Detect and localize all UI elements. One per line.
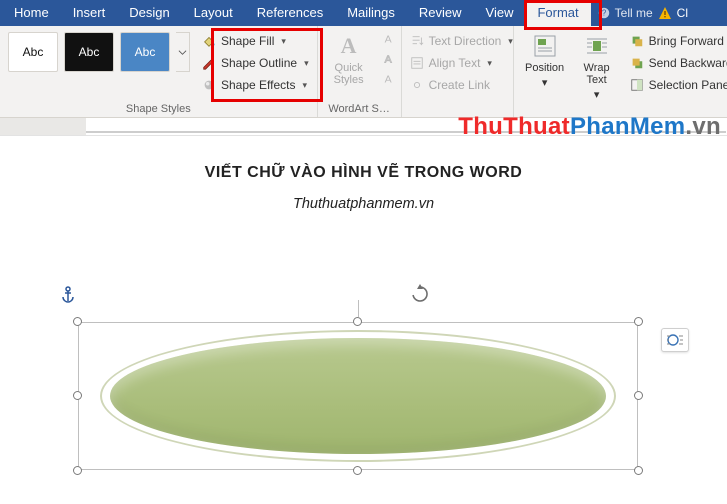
resize-handle-r[interactable]: [634, 391, 643, 400]
align-text-label: Align Text: [429, 56, 481, 70]
dropdown-caret-icon: ▾: [303, 80, 308, 91]
svg-text:A: A: [384, 74, 391, 86]
position-button[interactable]: Position▾: [522, 32, 568, 89]
horizontal-ruler[interactable]: [0, 118, 727, 136]
tab-home[interactable]: Home: [2, 0, 61, 26]
resize-handle-l[interactable]: [73, 391, 82, 400]
bring-forward-button[interactable]: Bring Forward: [630, 32, 727, 50]
truncated-text: Cl: [677, 6, 688, 20]
send-backward-icon: [630, 56, 644, 70]
tab-references[interactable]: References: [245, 0, 335, 26]
tell-me-label: Tell me: [615, 6, 653, 20]
shape-style-preset-1[interactable]: Abc: [8, 32, 58, 72]
ribbon-tabbar: Home Insert Design Layout References Mai…: [0, 0, 727, 26]
tab-mailings[interactable]: Mailings: [335, 0, 407, 26]
rotate-connector: [358, 300, 359, 317]
tab-design[interactable]: Design: [117, 0, 181, 26]
create-link-label: Create Link: [429, 78, 490, 92]
anchor-icon[interactable]: [60, 286, 76, 304]
resize-handle-b[interactable]: [353, 466, 362, 475]
document-canvas[interactable]: VIẾT CHỮ VÀO HÌNH VẼ TRONG WORD Thuthuat…: [0, 136, 727, 504]
text-direction-label: Text Direction: [429, 34, 502, 48]
bring-forward-icon: [630, 34, 644, 48]
bucket-icon: [202, 34, 216, 48]
shape-outline-button[interactable]: Shape Outline ▾: [202, 54, 309, 72]
shape-effects-button[interactable]: Shape Effects ▾: [202, 76, 309, 94]
selection-pane-icon: [630, 78, 644, 92]
text-direction-icon: [410, 34, 424, 48]
wrap-text-button[interactable]: Wrap Text▾: [574, 32, 620, 101]
group-title-shape-styles: Shape Styles: [8, 101, 309, 115]
warning-icon: [657, 5, 673, 21]
tab-layout[interactable]: Layout: [182, 0, 245, 26]
quick-styles-button: A Quick Styles: [326, 32, 372, 86]
ribbon: Abc Abc Abc Shape Fill ▾ Shape Outline ▾: [0, 26, 727, 118]
layout-options-icon: [666, 333, 684, 347]
shape-selection[interactable]: [78, 322, 638, 470]
pen-icon: [202, 56, 216, 70]
resize-handle-bl[interactable]: [73, 466, 82, 475]
position-icon: [531, 32, 559, 60]
tab-insert[interactable]: Insert: [61, 0, 118, 26]
wrap-text-label: Wrap Text: [574, 62, 620, 86]
document-subtitle: Thuthuatphanmem.vn: [0, 196, 727, 212]
text-effects-icon: A: [382, 72, 396, 86]
group-shape-styles: Abc Abc Abc Shape Fill ▾ Shape Outline ▾: [0, 26, 318, 117]
shape-style-gallery[interactable]: Abc Abc Abc: [8, 32, 190, 72]
svg-text:A: A: [384, 34, 391, 46]
position-label: Position: [525, 62, 564, 74]
selection-pane-label: Selection Pane: [649, 78, 727, 92]
group-text: Text Direction▾ Align Text▾ Create Link: [402, 26, 514, 117]
lightbulb-icon: ?: [597, 6, 611, 20]
align-text-icon: [410, 56, 424, 70]
group-wordart-styles: A Quick Styles A A A WordArt S…: [318, 26, 402, 117]
wrap-text-icon: [583, 32, 611, 60]
selection-pane-button[interactable]: Selection Pane: [630, 76, 727, 94]
send-backward-button[interactable]: Send Backward: [630, 54, 727, 72]
tab-format[interactable]: Format: [525, 0, 590, 26]
resize-handle-t[interactable]: [353, 317, 362, 326]
bring-forward-label: Bring Forward: [649, 34, 724, 48]
tab-review[interactable]: Review: [407, 0, 474, 26]
resize-handle-br[interactable]: [634, 466, 643, 475]
shape-outline-label: Shape Outline: [221, 56, 297, 70]
create-link-button: Create Link: [410, 76, 505, 94]
wordart-a-icon: A: [335, 32, 363, 60]
tell-me-search[interactable]: ? Tell me: [597, 6, 653, 20]
document-title: VIẾT CHỮ VÀO HÌNH VẼ TRONG WORD: [0, 164, 727, 182]
send-backward-label: Send Backward: [649, 56, 727, 70]
tab-view[interactable]: View: [474, 0, 526, 26]
resize-handle-tl[interactable]: [73, 317, 82, 326]
text-fill-icon: A: [382, 32, 396, 46]
group-arrange: Position▾ Wrap Text▾ Bring Forward Send …: [514, 26, 727, 117]
text-outline-icon: A: [382, 52, 396, 66]
group-title-wordart: WordArt S…: [326, 101, 393, 115]
svg-text:A: A: [384, 54, 391, 66]
ellipse-shape[interactable]: [110, 338, 606, 454]
rotate-handle[interactable]: [410, 284, 430, 304]
shape-style-preset-2[interactable]: Abc: [64, 32, 114, 72]
quick-styles-label: Quick Styles: [326, 62, 372, 86]
dropdown-caret-icon: ▾: [304, 58, 309, 69]
align-text-button: Align Text▾: [410, 54, 505, 72]
text-direction-button: Text Direction▾: [410, 32, 505, 50]
resize-handle-tr[interactable]: [634, 317, 643, 326]
dropdown-caret-icon: ▾: [281, 36, 286, 47]
link-icon: [410, 78, 424, 92]
layout-options-button[interactable]: [661, 328, 689, 352]
shape-fill-label: Shape Fill: [221, 34, 274, 48]
svg-text:?: ?: [601, 9, 606, 18]
shape-style-more-button[interactable]: [176, 32, 190, 72]
shape-effects-label: Shape Effects: [221, 78, 296, 92]
shape-style-preset-3[interactable]: Abc: [120, 32, 170, 72]
effects-icon: [202, 78, 216, 92]
shape-fill-button[interactable]: Shape Fill ▾: [202, 32, 309, 50]
